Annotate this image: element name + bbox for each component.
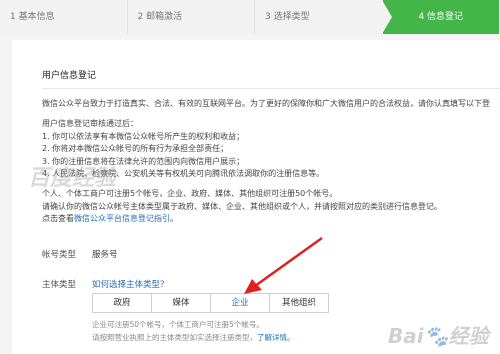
subject-type-label: 主体类型	[42, 280, 77, 290]
subject-option-other[interactable]: 其他组织	[270, 294, 328, 312]
hint-2-text: 请按照营业执照上的主体类型如实选择注册类型，	[92, 333, 257, 342]
step-email-activation: 2 邮箱激活	[127, 0, 255, 34]
review-item: 1. 你可以依法享有本微信公众帐号所产生的权利和收益；	[42, 131, 245, 141]
subject-option-enterprise[interactable]: 企业	[211, 294, 270, 312]
divider	[42, 88, 500, 89]
step-select-type: 3 选择类型	[255, 0, 383, 34]
registration-stepper: 1 基本信息 2 邮箱激活 3 选择类型 4 信息登记	[0, 0, 500, 34]
guide-suffix: 。	[170, 214, 178, 223]
review-title: 用户信息登记审核通过后：	[42, 119, 138, 128]
learn-more-link[interactable]: 了解详情。	[257, 333, 295, 342]
step-basic-info: 1 基本信息	[0, 0, 128, 34]
account-type-value: 服务号	[92, 250, 118, 260]
subject-option-media[interactable]: 媒体	[152, 294, 211, 312]
registration-form-card: 用户信息登记 微信公众平台致力于打造真实、合法、有效的互联网平台。为了更好的保障…	[12, 40, 500, 354]
step-info-registration: 4 信息登记	[381, 0, 500, 34]
subject-option-government[interactable]: 政府	[93, 294, 152, 312]
watermark-right: Bai🐾经验	[388, 324, 489, 348]
subject-hint-2: 请按照营业执照上的主体类型如实选择注册类型，了解详情。	[92, 332, 295, 343]
guide-link[interactable]: 微信公众平台信息登记指引	[74, 214, 170, 223]
guide-line: 点击查看微信公众平台信息登记指引。	[42, 213, 500, 226]
intro-text: 微信公众平台致力于打造真实、合法、有效的互联网平台。为了更好的保障你和广大微信用…	[42, 99, 490, 108]
guide-prefix: 点击查看	[42, 214, 74, 223]
review-item: 2. 你将对本微信公众帐号的所有行为承担全部责任；	[42, 144, 229, 153]
account-type-label: 帐号类型	[42, 250, 77, 260]
subject-help-link[interactable]: 如何选择主体类型？	[92, 278, 169, 290]
subject-hint-1: 企业可注册50个帐号，个体工商户可注册5个帐号。	[92, 320, 264, 329]
section-title: 用户信息登记	[42, 71, 97, 81]
subject-type-selector: 政府 媒体 企业 其他组织	[92, 293, 329, 313]
note-line: 请确认你的微信公众帐号主体类型属于政府、媒体、企业、其他组织或个人，并请按照对应…	[42, 201, 442, 211]
watermark-left: 百度经验	[28, 166, 117, 191]
notes-block: 个人、个体工商户可注册5个帐号，企业、政府、媒体、其他组织可注册50个帐号。 请…	[42, 188, 500, 226]
